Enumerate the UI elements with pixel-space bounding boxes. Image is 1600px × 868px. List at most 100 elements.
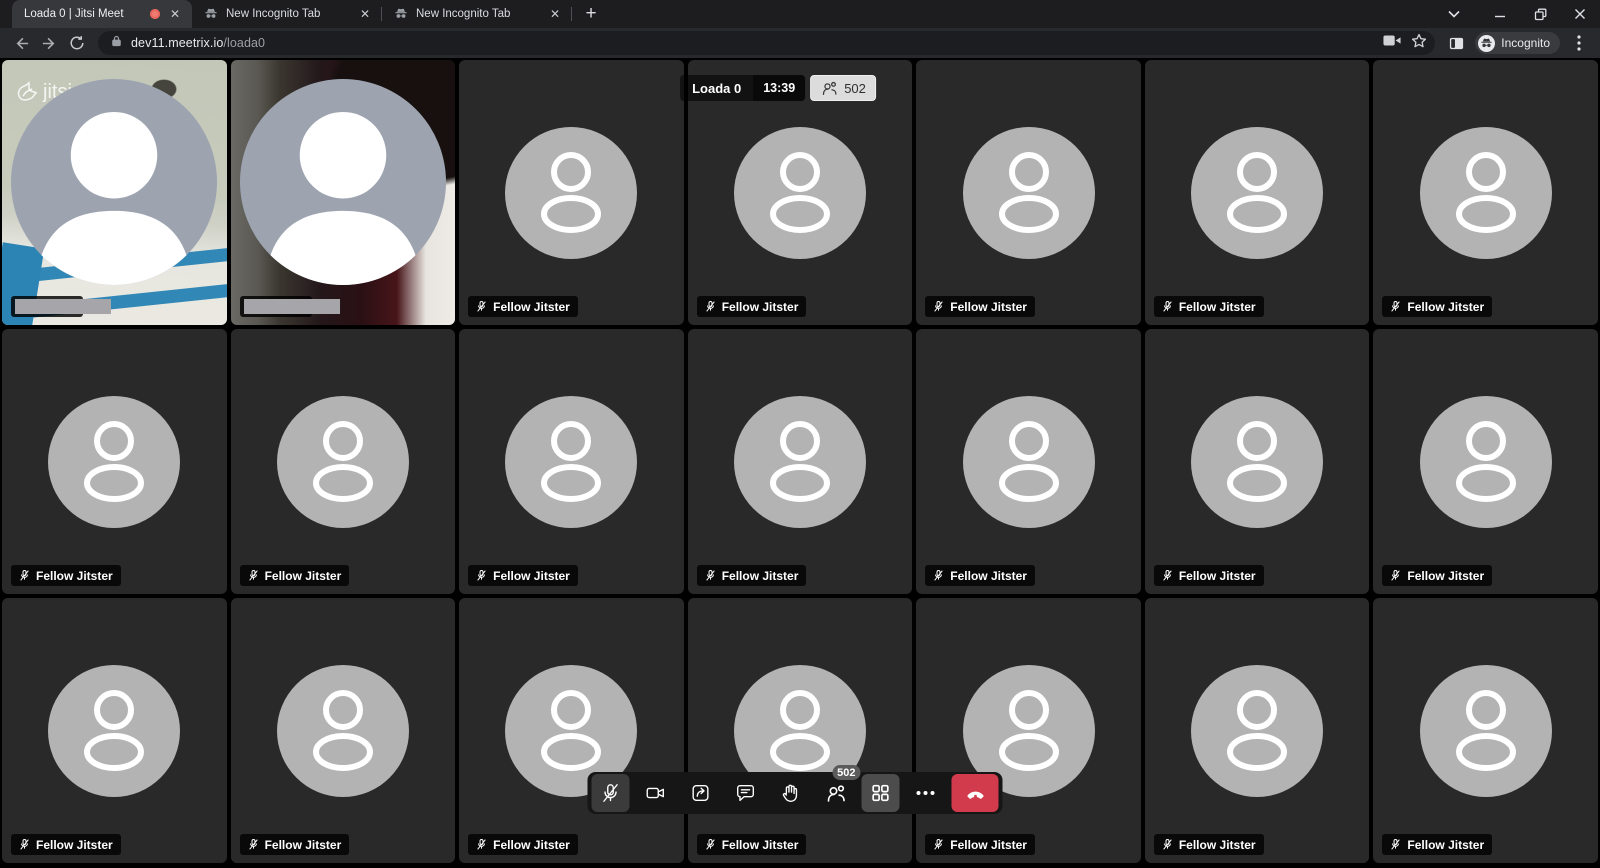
conference-subject-pill: Loada 0 13:39	[680, 75, 805, 101]
participant-tile[interactable]: Fellow Jitster	[2, 598, 227, 863]
participant-name-badge: Fellow Jitster	[1154, 834, 1264, 855]
participant-name: Fellow Jitster	[950, 569, 1027, 583]
participant-tile[interactable]: Fellow Jitster	[1145, 598, 1370, 863]
bookmark-star-icon[interactable]	[1411, 33, 1427, 54]
participant-avatar-icon	[277, 396, 409, 528]
participant-tile[interactable]: Fellow Jitster	[2, 329, 227, 594]
participant-name: Fellow Jitster	[493, 569, 570, 583]
microphone-muted-icon	[1390, 300, 1401, 313]
participant-name: Fellow Jitster	[1407, 569, 1484, 583]
participant-name-badge	[11, 296, 83, 317]
minimize-button[interactable]	[1480, 0, 1520, 28]
conference-info: Loada 0 13:39 502	[680, 75, 876, 101]
tab-search-icon[interactable]	[1434, 0, 1474, 28]
camera-button[interactable]	[637, 774, 675, 812]
participant-name: Fellow Jitster	[722, 838, 799, 852]
tab-close-icon[interactable]: ✕	[168, 7, 182, 21]
participant-tile[interactable]: Fellow Jitster	[459, 60, 684, 325]
call-toolbar: 502	[588, 772, 1003, 814]
participant-name-badge: Fellow Jitster	[697, 565, 807, 586]
tab-strip: Loada 0 | Jitsi Meet ✕ New Incognito Tab…	[0, 0, 1600, 28]
meeting-stage: jitsi	[0, 58, 1600, 868]
participant-name: Fellow Jitster	[36, 569, 113, 583]
tile-view-button[interactable]	[862, 774, 900, 812]
participant-tile[interactable]: Fellow Jitster	[231, 329, 456, 594]
participant-tile-video[interactable]: jitsi	[2, 60, 227, 325]
participant-name: Fellow Jitster	[722, 300, 799, 314]
participant-tile-video[interactable]	[231, 60, 456, 325]
participant-avatar-icon	[48, 396, 180, 528]
raise-hand-button[interactable]	[772, 774, 810, 812]
tab-jitsi-meet[interactable]: Loada 0 | Jitsi Meet ✕	[12, 0, 192, 28]
participant-name: Fellow Jitster	[1179, 838, 1256, 852]
participant-avatar-icon	[277, 665, 409, 797]
participant-tile[interactable]: Fellow Jitster	[1145, 60, 1370, 325]
redacted-name-bar	[244, 299, 340, 314]
tab-new-incognito-2[interactable]: New Incognito Tab ✕	[382, 0, 572, 28]
tab-title: Loada 0 | Jitsi Meet	[24, 8, 142, 20]
participant-name-badge: Fellow Jitster	[1382, 834, 1492, 855]
participant-name-badge: Fellow Jitster	[1154, 296, 1264, 317]
participant-name: Fellow Jitster	[1179, 300, 1256, 314]
close-window-button[interactable]	[1560, 0, 1600, 28]
microphone-muted-icon	[1390, 838, 1401, 851]
participant-tile[interactable]: Fellow Jitster	[459, 329, 684, 594]
microphone-muted-icon	[476, 838, 487, 851]
tab-close-icon[interactable]: ✕	[548, 7, 562, 21]
participant-tile[interactable]: Fellow Jitster	[1373, 329, 1598, 594]
forward-icon[interactable]	[36, 30, 62, 56]
participant-name-badge: Fellow Jitster	[1154, 565, 1264, 586]
participants-grid: jitsi	[2, 60, 1598, 863]
mute-microphone-button[interactable]	[592, 774, 630, 812]
participant-avatar-silhouette	[240, 79, 446, 285]
reload-icon[interactable]	[64, 30, 90, 56]
lock-icon[interactable]	[110, 34, 123, 53]
incognito-label: Incognito	[1501, 36, 1550, 50]
participant-tile[interactable]: Fellow Jitster	[1373, 598, 1598, 863]
restore-button[interactable]	[1520, 0, 1560, 28]
participant-tile[interactable]: Fellow Jitster	[916, 329, 1141, 594]
participant-tile[interactable]: Fellow Jitster	[916, 598, 1141, 863]
participant-name-badge: Fellow Jitster	[925, 565, 1035, 586]
microphone-muted-icon	[1162, 569, 1173, 582]
microphone-muted-icon	[705, 569, 716, 582]
hangup-button[interactable]	[952, 774, 999, 812]
chat-button[interactable]	[727, 774, 765, 812]
incognito-favicon-icon	[204, 7, 218, 21]
participant-name: Fellow Jitster	[950, 300, 1027, 314]
new-tab-button[interactable]: +	[578, 1, 604, 27]
camera-in-use-icon[interactable]	[1383, 34, 1401, 52]
participant-tile[interactable]: Fellow Jitster	[231, 598, 456, 863]
participant-name: Fellow Jitster	[1407, 300, 1484, 314]
browser-menu-icon[interactable]	[1566, 30, 1592, 56]
participant-tile[interactable]: Fellow Jitster	[1373, 60, 1598, 325]
participant-tile[interactable]: Fellow Jitster	[916, 60, 1141, 325]
participant-tile[interactable]: Fellow Jitster	[688, 598, 913, 863]
participant-tile[interactable]: Fellow Jitster	[459, 598, 684, 863]
tab-close-icon[interactable]: ✕	[358, 7, 372, 21]
url-path: /loada0	[223, 36, 265, 50]
participant-tile[interactable]: Fellow Jitster	[688, 329, 913, 594]
microphone-muted-icon	[933, 569, 944, 582]
participants-button[interactable]: 502	[817, 774, 855, 812]
profile-incognito-badge[interactable]: Incognito	[1475, 32, 1560, 54]
participant-name-badge: Fellow Jitster	[11, 565, 121, 586]
participant-name-badge: Fellow Jitster	[468, 565, 578, 586]
browser-toolbar: dev11.meetrix.io/loada0 Incognito	[0, 28, 1600, 58]
microphone-muted-icon	[933, 838, 944, 851]
participant-count-badge[interactable]: 502	[810, 75, 876, 101]
participant-count: 502	[844, 81, 866, 96]
microphone-muted-icon	[705, 300, 716, 313]
address-bar[interactable]: dev11.meetrix.io/loada0	[98, 31, 1435, 55]
participant-tile[interactable]: Fellow Jitster	[1145, 329, 1370, 594]
side-panel-icon[interactable]	[1443, 30, 1469, 56]
tab-new-incognito-1[interactable]: New Incognito Tab ✕	[192, 0, 382, 28]
microphone-muted-icon	[248, 838, 259, 851]
redacted-name-bar	[15, 299, 111, 314]
microphone-muted-icon	[933, 300, 944, 313]
participant-avatar-icon	[48, 665, 180, 797]
microphone-muted-icon	[705, 838, 716, 851]
back-icon[interactable]	[8, 30, 34, 56]
more-actions-button[interactable]	[907, 774, 945, 812]
share-screen-button[interactable]	[682, 774, 720, 812]
